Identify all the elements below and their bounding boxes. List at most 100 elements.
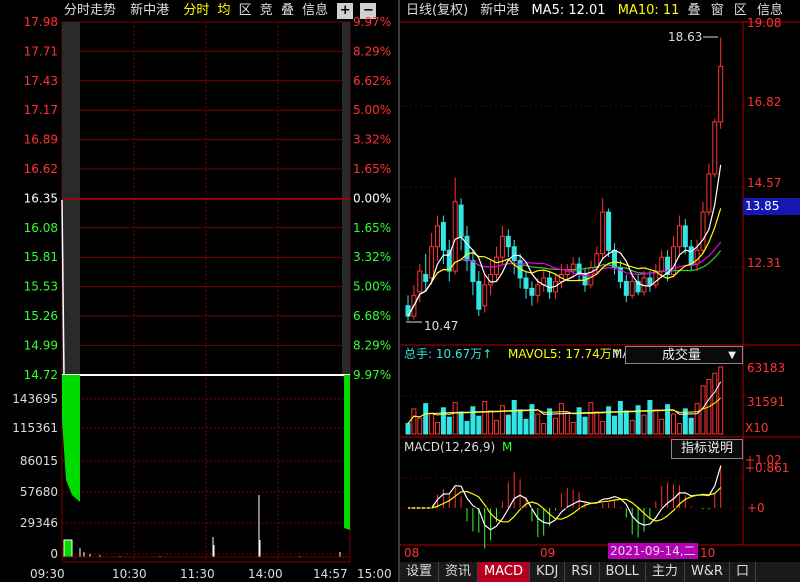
candle-body <box>629 280 635 296</box>
volume-bar <box>517 409 523 435</box>
volume-bar <box>576 407 582 435</box>
tab-7[interactable]: W&R <box>685 562 730 582</box>
macd-mid-label: +0.861 <box>745 461 789 475</box>
percent-axis-label: 5.00% <box>353 280 391 294</box>
volume-bar <box>458 411 464 435</box>
volume-bar <box>718 366 724 435</box>
volume-bar <box>612 415 617 435</box>
candle-body <box>470 260 476 282</box>
candle-body <box>429 246 435 279</box>
indicator-help-button[interactable]: 指标说明 <box>671 439 743 459</box>
percent-axis-label: 9.97% <box>353 15 391 29</box>
volume-bar <box>499 405 505 435</box>
volume-header-label: 总手: 10.67万↑ <box>404 347 492 361</box>
candle-body <box>435 225 440 248</box>
price-axis-label: 16.62 <box>24 162 58 176</box>
candle-body <box>547 277 553 293</box>
candle-body <box>694 249 700 265</box>
volume-axis-label: 0 <box>50 547 58 561</box>
percent-axis-label: 1.65% <box>353 221 391 235</box>
candle-body <box>712 121 718 175</box>
candle-body <box>529 287 535 296</box>
volume-header: 总手: 10.67万↑ <box>404 347 492 361</box>
candle-body <box>676 225 682 248</box>
price-axis-label: 14.99 <box>24 338 58 352</box>
tab-3[interactable]: KDJ <box>530 562 566 582</box>
volume-bar <box>446 416 452 435</box>
price-axis-label: 17.71 <box>24 44 58 58</box>
date-tag: 2021-09-14,二 <box>608 543 698 559</box>
percent-axis-label: 1.65% <box>353 162 391 176</box>
tab-8[interactable]: 口 <box>730 562 756 582</box>
vol-mid-label: 31591 <box>747 395 785 409</box>
tab-0[interactable]: 设置 <box>400 562 440 582</box>
volume-dropdown[interactable]: 成交量 ▼ <box>625 346 743 364</box>
volume-bar <box>452 402 458 435</box>
price-axis-label: 16.08 <box>24 221 58 235</box>
candle-body <box>700 211 706 251</box>
volume-bar <box>641 414 647 435</box>
bottom-tab-bar: 设置 资讯 MACD KDJ RSI BOLL 主力 W&R 口 <box>400 562 800 582</box>
volume-bar <box>671 413 676 435</box>
tab-1[interactable]: 资讯 <box>439 562 479 582</box>
time-axis-label: 14:00 <box>248 567 283 581</box>
percent-axis-label: 9.97% <box>353 368 391 382</box>
candle-body <box>647 277 653 286</box>
volume-bar <box>405 423 411 435</box>
x-label-08: 08 <box>404 546 419 560</box>
percent-axis-label: 6.68% <box>353 309 391 323</box>
volume-bar <box>523 418 529 435</box>
volume-bar <box>470 406 476 435</box>
volume-bar <box>665 404 671 435</box>
volume-bar <box>582 416 588 435</box>
mavol5-label: MAVOL5: 17.74万↑ <box>508 347 622 361</box>
daily-chart[interactable]: 18.63 10.47 19.08 16.82 14.57 12.31 6318… <box>400 0 800 582</box>
daily-price-19: 19.08 <box>747 16 781 30</box>
price-axis-label: 15.53 <box>24 280 58 294</box>
time-axis-label: 11:30 <box>180 567 215 581</box>
volume-bar <box>629 419 635 435</box>
percent-axis-label: 3.32% <box>353 250 391 264</box>
candle-body <box>623 280 629 296</box>
volume-bar <box>429 412 435 435</box>
volume-bar <box>505 414 511 435</box>
volume-bar <box>694 403 700 435</box>
price-axis-label: 17.98 <box>24 15 58 29</box>
candle-body <box>423 274 429 282</box>
tab-2[interactable]: MACD <box>478 562 530 582</box>
candle-body <box>718 65 724 123</box>
candle-body <box>688 246 694 265</box>
volume-bar <box>535 413 541 435</box>
intraday-chart[interactable]: 17.98 17.71 17.43 17.17 16.89 16.62 16.35 16.08… <box>0 0 398 582</box>
volume-bar <box>423 403 429 435</box>
tab-6[interactable]: 主力 <box>646 562 685 582</box>
percent-axis-label: 5.00% <box>353 103 391 117</box>
candle-body <box>706 173 712 213</box>
volume-bar <box>635 405 641 435</box>
x-label-10: 10 <box>700 546 715 560</box>
candle-body <box>417 270 423 293</box>
volume-bar <box>647 399 653 435</box>
volume-bar <box>440 407 446 435</box>
intraday-panel: 分时走势 新中港 分时 均 区 竞 叠 信息 + − 17.98 17.71 17.… <box>0 0 398 582</box>
candle-body <box>659 256 665 272</box>
candle-body <box>523 277 529 289</box>
tab-4[interactable]: RSI <box>565 562 600 582</box>
volume-bar <box>570 421 576 435</box>
percent-axis-label: 8.29% <box>353 44 391 58</box>
volume-axis-label: 29346 <box>20 516 58 530</box>
volume-bar <box>676 423 682 435</box>
candle-body <box>682 225 688 248</box>
volume-bar <box>553 417 558 435</box>
tab-5[interactable]: BOLL <box>600 562 646 582</box>
low-label: 10.47 <box>424 319 458 333</box>
time-axis-label: 10:30 <box>112 567 147 581</box>
auction-volume-right <box>344 375 350 530</box>
candle-body <box>476 280 482 310</box>
price-axis-label: 17.17 <box>24 103 58 117</box>
percent-axis-label: 0.00% <box>353 191 391 205</box>
candle-body <box>464 235 470 262</box>
volume-bar <box>541 423 547 435</box>
macd-zero-label: +0 <box>747 501 765 515</box>
percent-axis-label: 8.29% <box>353 338 391 352</box>
